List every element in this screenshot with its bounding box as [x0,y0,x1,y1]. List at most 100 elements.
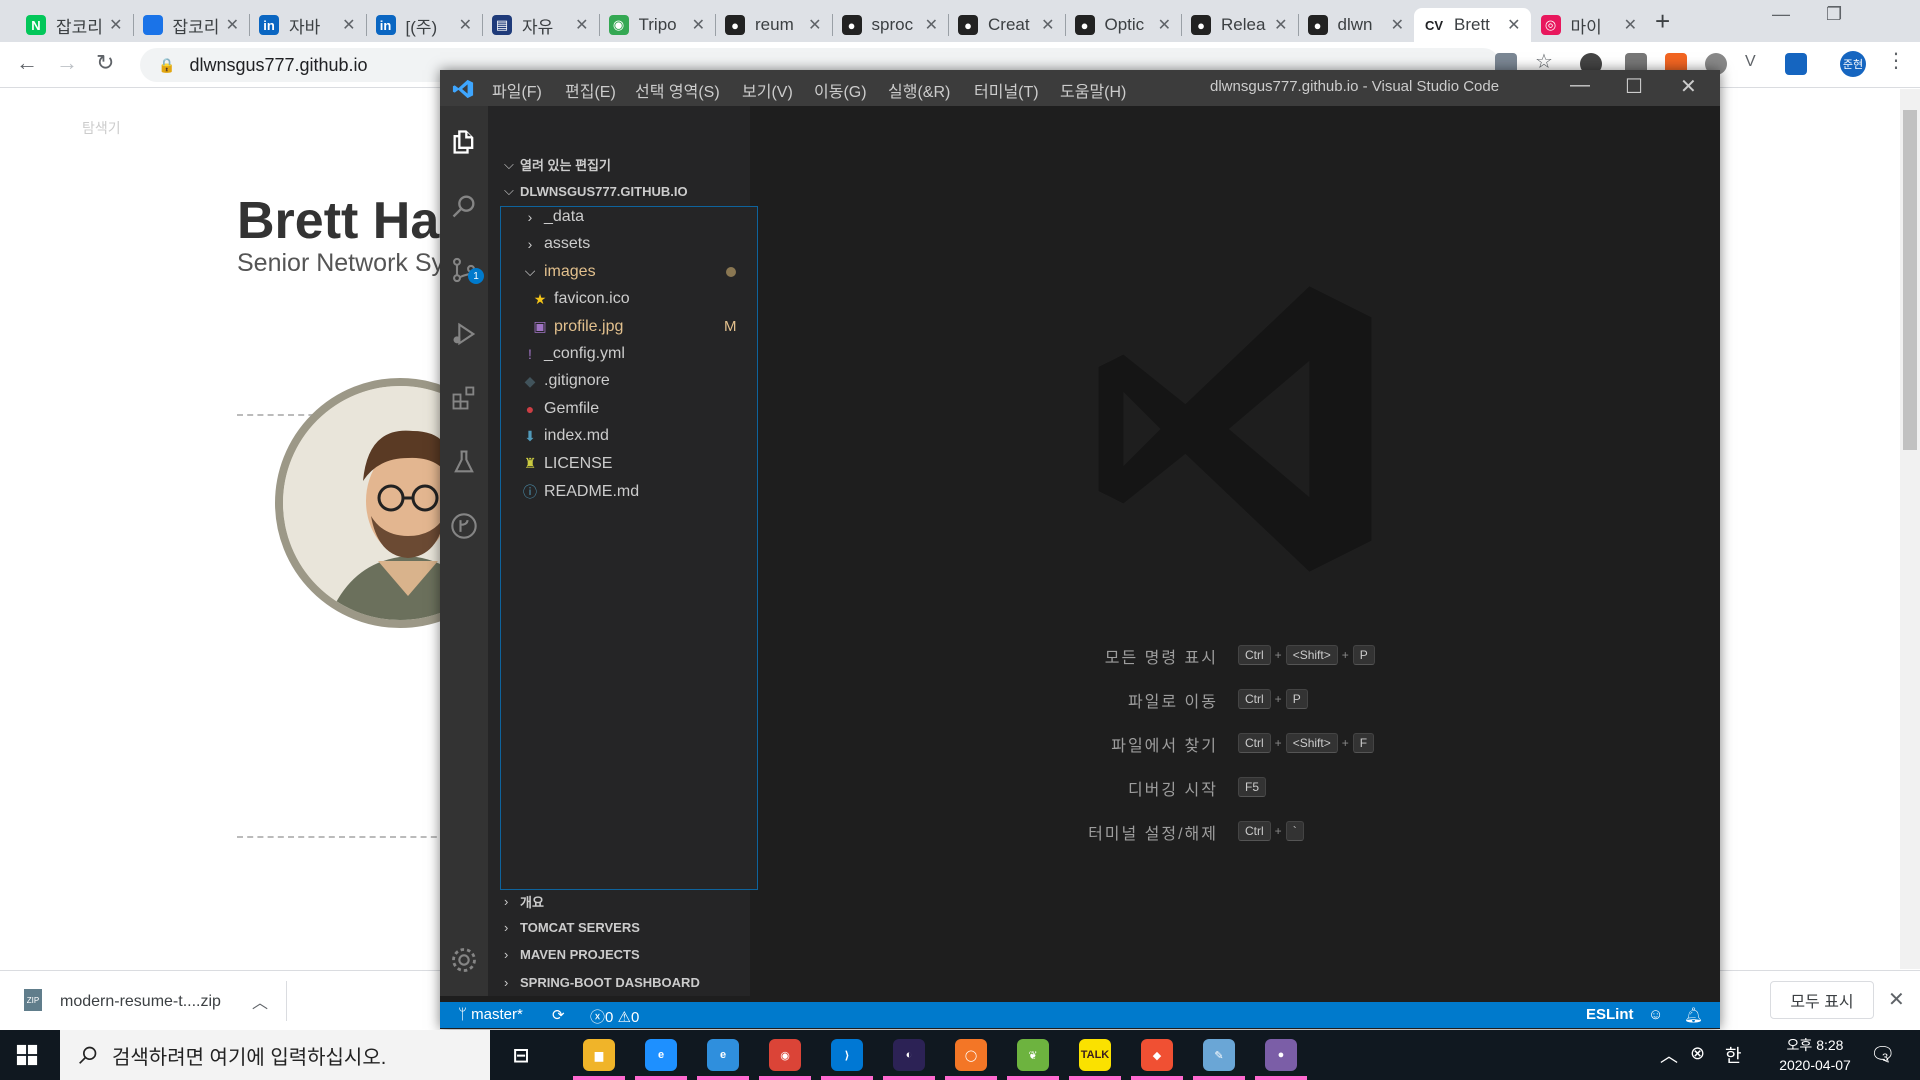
notifications-bell-icon[interactable]: 🔔︎ [1684,1006,1703,1024]
spring-icon[interactable]: ❦ [1017,1039,1049,1071]
bookmark-star-icon[interactable]: ☆ [1535,49,1557,73]
tree-file[interactable]: ⓘ README.md [520,482,639,502]
download-item[interactable]: modern-resume-t....zip [60,993,221,1011]
git-graph-icon[interactable] [450,512,478,540]
close-tab-icon[interactable]: ✕ [1391,15,1404,35]
tree-file[interactable]: ! _config.yml [520,345,625,363]
close-tab-icon[interactable]: ✕ [1041,15,1054,35]
chevron-up-icon[interactable]: ︿ [1660,1042,1678,1068]
browser-minimize-button[interactable]: — [1772,4,1790,25]
feedback-icon[interactable]: ☺ [1648,1006,1663,1023]
menu-item[interactable]: 편집(E) [565,78,616,102]
eslint-status[interactable]: ESLint [1586,1006,1634,1023]
back-button[interactable]: ← [16,50,38,76]
menu-item[interactable]: 이동(G) [814,78,867,102]
close-tab-icon[interactable]: ✕ [808,15,821,35]
ime-indicator[interactable]: 한 [1725,1042,1742,1068]
menu-item[interactable]: 보기(V) [742,78,793,102]
open-editors-section[interactable]: ⌵ 열려 있는 편집기 [504,155,611,174]
close-tab-icon[interactable]: ✕ [692,15,705,35]
windows-start-icon[interactable] [16,1044,38,1066]
sidebar-section[interactable]: › TOMCAT SERVERS [504,920,640,935]
close-tab-icon[interactable]: ✕ [1274,15,1287,35]
testing-flask-icon[interactable] [450,448,478,476]
close-tab-icon[interactable]: ✕ [575,15,588,35]
extensions-icon[interactable] [450,384,478,412]
menu-item[interactable]: 선택 영역(S) [635,78,720,102]
task-view-icon[interactable]: ⊟ [505,1039,537,1071]
close-icon[interactable]: ✕ [1888,987,1905,1012]
browser-menu-icon[interactable]: ⋮ [1886,48,1908,72]
close-tab-icon[interactable]: ✕ [109,15,122,35]
browser-tab[interactable]: N 잡코리 ✕ [16,8,133,42]
sidebar-section[interactable]: › SPRING-BOOT DASHBOARD [504,975,700,990]
branch-status[interactable]: ᛘ master* [458,1006,523,1023]
close-tab-icon[interactable]: ✕ [226,15,239,35]
page-scrollbar-thumb[interactable] [1903,110,1917,450]
run-debug-icon[interactable] [450,320,478,348]
browser-tab[interactable]: in 자바 ✕ [249,8,366,42]
maximize-button[interactable]: ☐ [1625,74,1643,99]
network-icon[interactable]: ⊗ [1690,1043,1705,1064]
paint-icon[interactable]: ✎ [1203,1039,1235,1071]
menu-item[interactable]: 파일(F) [492,78,542,102]
browser-tab[interactable]: 잡코리 ✕ [133,8,250,42]
browser-tab[interactable]: ● Optic ✕ [1065,8,1182,42]
close-tab-icon[interactable]: ✕ [925,15,938,35]
profile-avatar[interactable]: 준현 [1840,51,1866,77]
browser-tab[interactable]: in [(주) ✕ [366,8,483,42]
tree-folder[interactable]: › _data [520,208,584,226]
new-tab-button[interactable]: + [1655,6,1670,37]
kakaotalk-icon[interactable]: TALK [1079,1039,1111,1071]
search-icon[interactable] [450,192,478,220]
vimeo-extension-icon[interactable]: V [1745,53,1767,75]
taskbar-search-box[interactable]: 검색하려면 여기에 입력하십시오. [60,1030,490,1080]
sidebar-section[interactable]: › 개요 [504,892,544,911]
clock[interactable]: 오후 8:28 2020-04-07 [1770,1035,1860,1075]
extension-icon[interactable] [1785,53,1807,75]
browser-tab[interactable]: ● Relea ✕ [1181,8,1298,42]
browser-tab[interactable]: ◎ 마이 ✕ [1531,8,1648,42]
close-tab-icon[interactable]: ✕ [1624,15,1637,35]
git-icon[interactable]: ◆ [1141,1039,1173,1071]
menu-item[interactable]: 실행(&R) [888,78,950,102]
internet-explorer-icon[interactable]: e [707,1039,739,1071]
chrome-icon[interactable]: ◉ [769,1039,801,1071]
workspace-section[interactable]: ⌵ DLWNSGUS777.GITHUB.IO [504,183,688,199]
explorer-files-icon[interactable] [450,128,478,156]
reload-button[interactable]: ↻ [96,50,114,76]
browser-tab[interactable]: ▤ 자유 ✕ [482,8,599,42]
action-center-icon[interactable]: 🗨︎ 3 [1870,1042,1895,1067]
minimize-button[interactable]: — [1570,74,1590,97]
tree-file[interactable]: ● Gemfile [520,400,599,418]
close-tab-icon[interactable]: ✕ [1507,15,1520,35]
vscode-icon[interactable]: ⟩ [831,1039,863,1071]
settings-gear-icon[interactable] [450,946,478,974]
menu-item[interactable]: 도움말(H) [1060,78,1126,102]
browser-tab[interactable]: ● reum ✕ [715,8,832,42]
sidebar-section[interactable]: › MAVEN PROJECTS [504,947,640,962]
show-all-downloads-button[interactable]: 모두 표시 [1770,981,1874,1019]
tree-folder[interactable]: › assets [520,235,591,253]
tree-file[interactable]: ▣ profile.jpg [530,318,623,336]
chevron-up-icon[interactable]: ︿ [252,989,268,1013]
browser-tab[interactable]: CV Brett ✕ [1414,8,1531,42]
browser-tab[interactable]: ● dlwn ✕ [1298,8,1415,42]
close-tab-icon[interactable]: ✕ [342,15,355,35]
edge-legacy-icon[interactable]: e [645,1039,677,1071]
eclipse-icon[interactable]: ◐ [893,1039,925,1071]
menu-item[interactable]: 터미널(T) [974,78,1039,102]
close-tab-icon[interactable]: ✕ [459,15,472,35]
browser-tab[interactable]: ◉ Tripo ✕ [599,8,716,42]
problems-status[interactable]: ⓧ0 ⚠0 [590,1006,639,1027]
sync-icon[interactable]: ⟳ [552,1006,565,1024]
close-window-button[interactable]: ✕ [1680,74,1697,99]
tree-file[interactable]: ♜ LICENSE [520,455,613,473]
close-tab-icon[interactable]: ✕ [1158,15,1171,35]
file-explorer-icon[interactable]: ▆ [583,1039,615,1071]
jupyter-icon[interactable]: ◯ [955,1039,987,1071]
github-desktop-icon[interactable]: ● [1265,1039,1297,1071]
tree-file[interactable]: ◆ .gitignore [520,372,610,390]
forward-button[interactable]: → [56,50,78,76]
browser-restore-button[interactable]: ❐ [1826,4,1842,25]
